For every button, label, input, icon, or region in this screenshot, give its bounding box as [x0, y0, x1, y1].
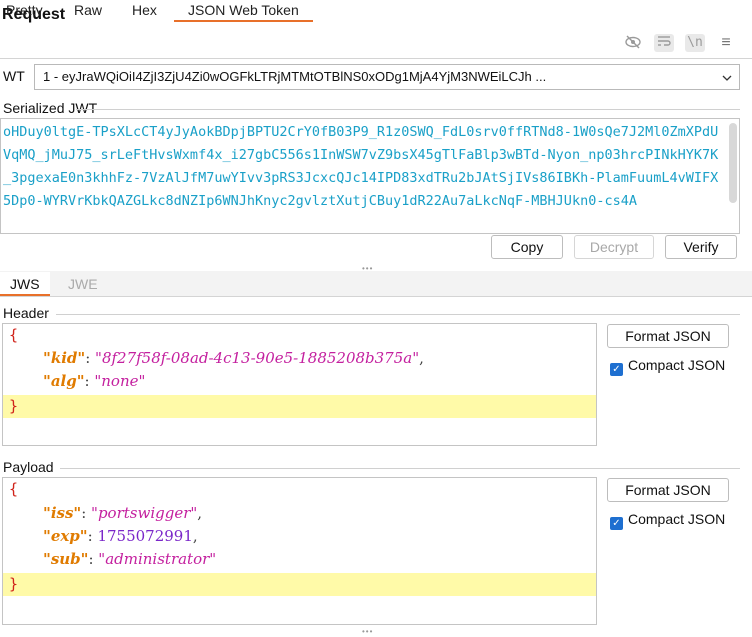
- scrollbar[interactable]: [729, 123, 737, 203]
- json-field-iss: "iss": "portswigger",: [43, 504, 203, 522]
- payload-json-editor[interactable]: { "iss": "portswigger", "exp": 175507299…: [2, 477, 597, 625]
- tab-json-web-token[interactable]: JSON Web Token: [174, 2, 313, 22]
- tab-divider: [0, 58, 752, 59]
- decrypt-button[interactable]: Decrypt: [574, 235, 654, 259]
- chevron-down-icon: [721, 67, 733, 87]
- token-select-value: 1 - eyJraWQiOiI4ZjI3ZjU4Zi0wOGFkLTRjMTMt…: [43, 69, 547, 84]
- resize-grip-icon[interactable]: •••: [362, 627, 373, 636]
- json-open-brace: {: [9, 480, 19, 498]
- header-compact-json-checkbox[interactable]: ✓ Compact JSON: [610, 357, 725, 376]
- json-field-exp: "exp": 1755072991,: [43, 527, 198, 545]
- jws-jwe-tabbar: [0, 271, 752, 297]
- checkmark-icon: ✓: [610, 517, 623, 530]
- copy-button[interactable]: Copy: [491, 235, 563, 259]
- json-field-alg: "alg": "none": [43, 372, 146, 390]
- token-select[interactable]: 1 - eyJraWQiOiI4ZjI3ZjU4Zi0wOGFkLTRjMTMt…: [34, 64, 740, 90]
- payload-compact-json-checkbox[interactable]: ✓ Compact JSON: [610, 511, 725, 530]
- checkmark-icon: ✓: [610, 363, 623, 376]
- menu-icon[interactable]: ≡: [716, 34, 736, 52]
- newline-icon[interactable]: \n: [685, 34, 705, 52]
- eye-off-icon[interactable]: [623, 34, 643, 52]
- serialized-jwt-label: Serialized JWT: [3, 100, 98, 116]
- tab-jwe[interactable]: JWE: [58, 272, 108, 296]
- payload-format-json-button[interactable]: Format JSON: [607, 478, 729, 502]
- json-close-brace: }: [3, 395, 596, 418]
- serialized-jwt-box[interactable]: oHDuy0ltgE-TPsXLcCT4yJyAokBDpjBPTU2CrY0f…: [0, 118, 740, 234]
- wt-label: WT: [3, 68, 25, 84]
- header-format-json-button[interactable]: Format JSON: [607, 324, 729, 348]
- payload-label: Payload: [3, 459, 54, 475]
- header-json-editor[interactable]: { "kid": "8f27f58f-08ad-4c13-90e5-188520…: [2, 323, 597, 446]
- divider: [60, 468, 740, 469]
- verify-button[interactable]: Verify: [665, 235, 737, 259]
- json-open-brace: {: [9, 326, 19, 344]
- json-field-kid: "kid": "8f27f58f-08ad-4c13-90e5-1885208b…: [43, 349, 424, 367]
- wrap-lines-icon[interactable]: [654, 34, 674, 52]
- json-field-sub: "sub": "administrator": [43, 550, 217, 568]
- json-close-brace: }: [3, 573, 596, 596]
- header-label: Header: [3, 305, 49, 321]
- tab-jws[interactable]: JWS: [0, 272, 50, 296]
- divider: [56, 314, 740, 315]
- tab-hex[interactable]: Hex: [132, 2, 157, 18]
- serialized-jwt-text[interactable]: oHDuy0ltgE-TPsXLcCT4yJyAokBDpjBPTU2CrY0f…: [3, 121, 721, 213]
- divider: [76, 109, 740, 110]
- tab-pretty[interactable]: Pretty: [6, 2, 43, 18]
- tab-raw[interactable]: Raw: [74, 2, 102, 18]
